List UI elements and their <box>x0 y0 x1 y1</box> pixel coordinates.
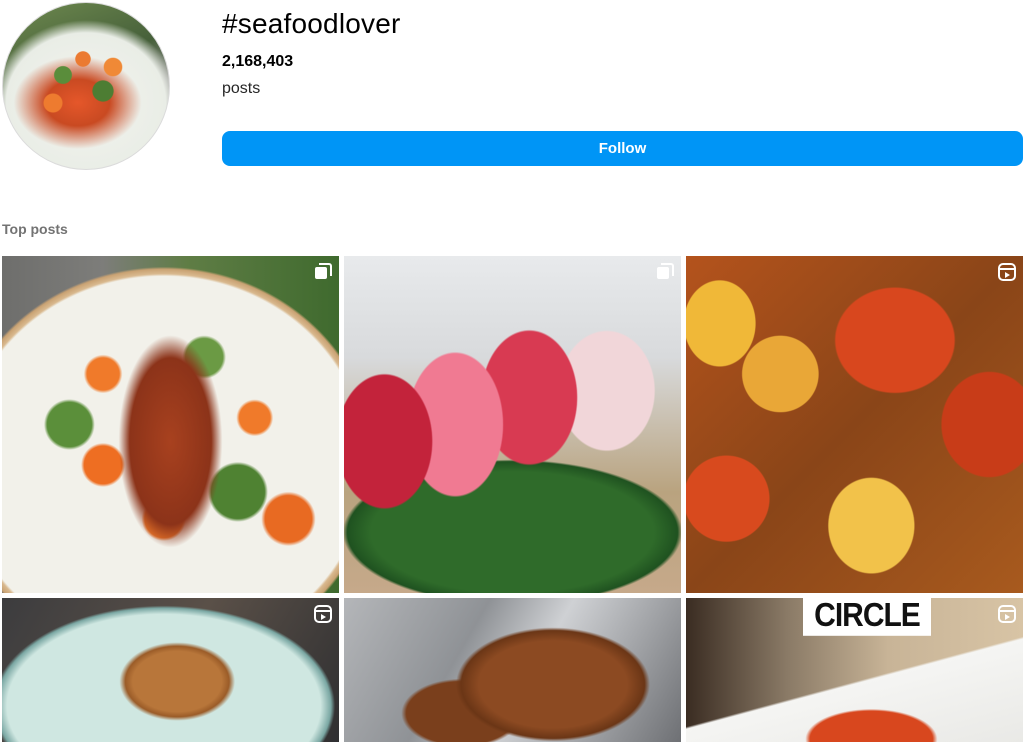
top-posts-heading: Top posts <box>2 221 68 237</box>
reel-icon <box>314 605 332 623</box>
post-tile[interactable] <box>2 256 339 593</box>
circle-sign: CIRCLE <box>803 598 931 636</box>
post-count-label: posts <box>222 80 261 97</box>
post-tile[interactable] <box>2 598 339 742</box>
post-tile[interactable]: CIRCLE <box>686 598 1023 742</box>
post-count: 2,168,403 <box>222 53 294 70</box>
reel-icon <box>998 605 1016 623</box>
post-tile[interactable] <box>344 256 681 593</box>
hashtag-avatar <box>2 2 170 170</box>
follow-button[interactable]: Follow <box>222 131 1023 166</box>
post-tile[interactable] <box>686 256 1023 593</box>
reel-icon <box>998 263 1016 281</box>
carousel-icon <box>657 263 674 279</box>
carousel-icon <box>315 263 332 279</box>
post-tile[interactable] <box>344 598 681 742</box>
hashtag-title: #seafoodlover <box>222 8 401 39</box>
